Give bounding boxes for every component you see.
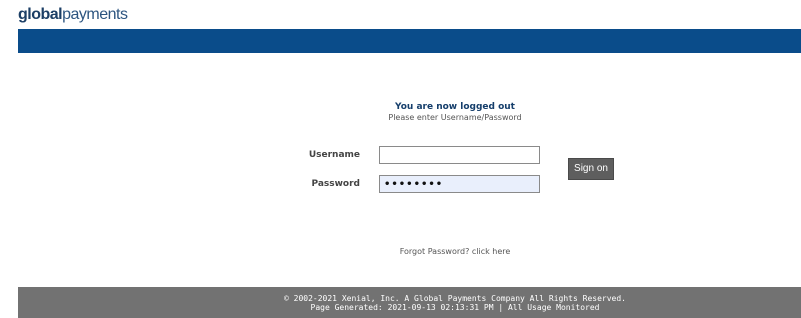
username-input[interactable] [379, 146, 540, 164]
footer-page-generated: Page Generated: 2021-09-13 02:13:31 PM |… [310, 303, 600, 312]
password-input[interactable] [379, 175, 540, 193]
username-label: Username [308, 150, 360, 160]
logo-bold-text: global [18, 6, 63, 23]
password-label: Password [311, 179, 360, 189]
forgot-password-link[interactable]: Forgot Password? click here [400, 247, 511, 256]
logo-light-text: payments [62, 6, 128, 23]
footer-bar: © 2002-2021 Xenial, Inc. A Global Paymen… [18, 287, 801, 318]
forgot-password-row: Forgot Password? click here [0, 246, 801, 257]
global-payments-logo: globalpayments [18, 6, 128, 24]
logged-out-subtitle: Please enter Username/Password [388, 113, 522, 122]
sign-on-button[interactable]: Sign on [568, 158, 614, 180]
header-band [18, 29, 801, 53]
